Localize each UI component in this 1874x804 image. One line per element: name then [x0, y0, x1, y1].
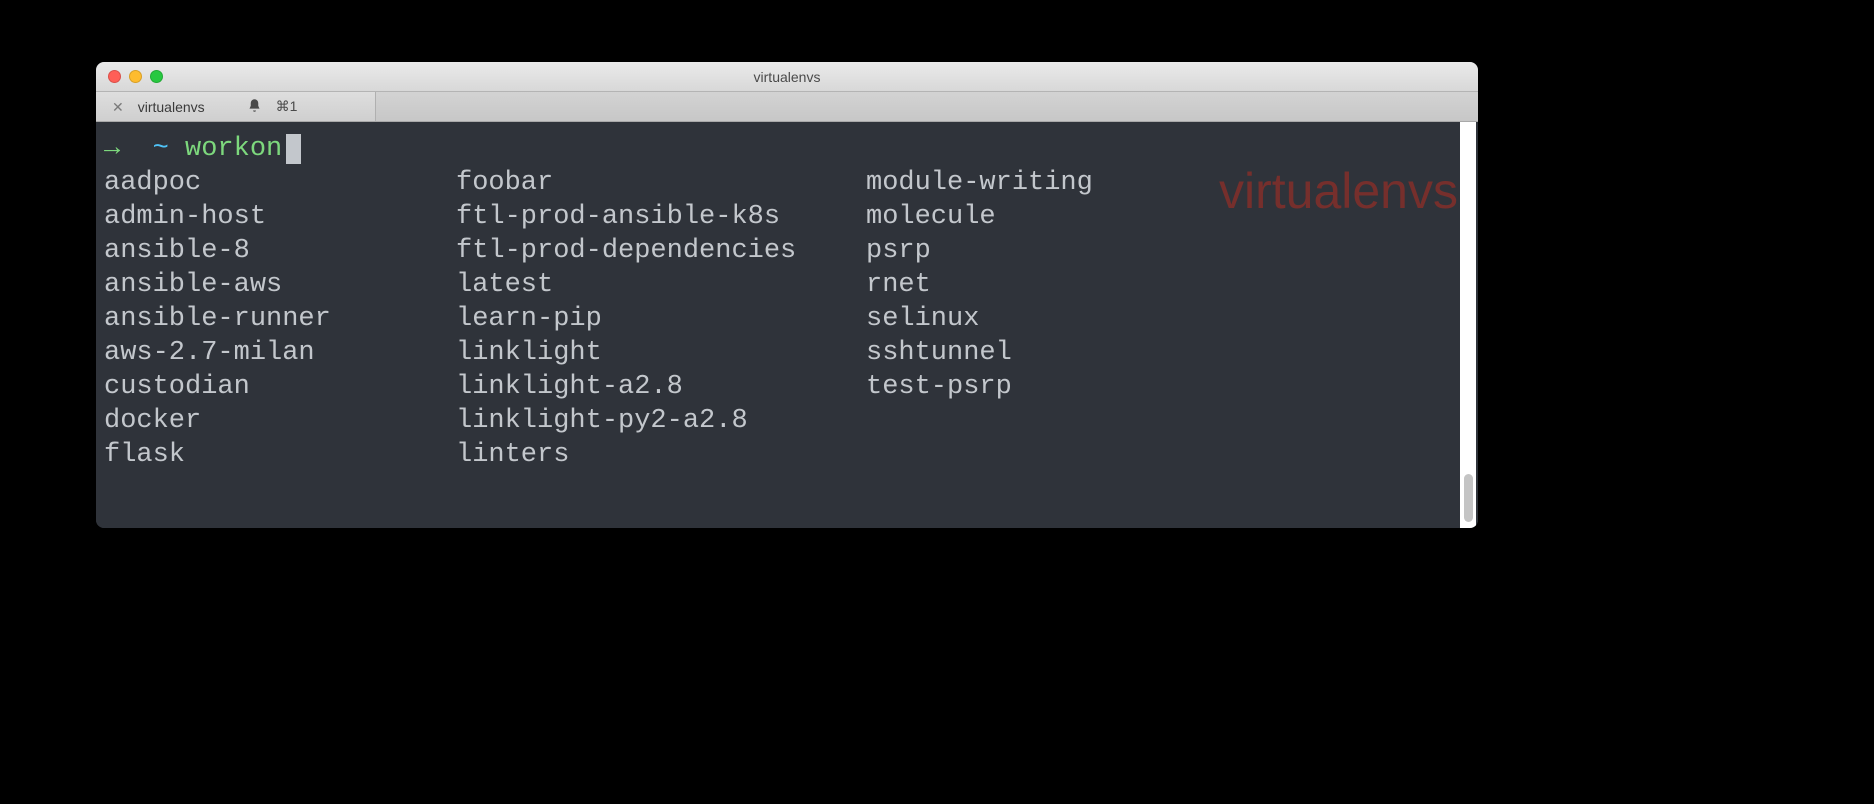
list-item: linklight-a2.8 — [456, 370, 866, 404]
list-item: sshtunnel — [866, 336, 1093, 370]
list-item: selinux — [866, 302, 1093, 336]
list-item: linters — [456, 438, 866, 472]
output-column-0: aadpoc admin-host ansible-8 ansible-aws … — [104, 166, 456, 472]
list-item: custodian — [104, 370, 456, 404]
tab-shortcut: ⌘1 — [276, 98, 298, 115]
list-item: learn-pip — [456, 302, 866, 336]
list-item: module-writing — [866, 166, 1093, 200]
titlebar[interactable]: virtualenvs — [96, 62, 1478, 92]
output-columns: aadpoc admin-host ansible-8 ansible-aws … — [104, 166, 1470, 472]
tab-title: virtualenvs — [138, 99, 205, 115]
list-item: test-psrp — [866, 370, 1093, 404]
tab-bar: ✕ virtualenvs ⌘1 — [96, 92, 1478, 122]
prompt-line: → ~ workon — [104, 132, 1470, 166]
list-item: flask — [104, 438, 456, 472]
list-item: aws-2.7-milan — [104, 336, 456, 370]
list-item: ansible-8 — [104, 234, 456, 268]
minimize-window-button[interactable] — [129, 70, 142, 83]
close-tab-icon[interactable]: ✕ — [112, 100, 124, 114]
list-item: psrp — [866, 234, 1093, 268]
list-item: docker — [104, 404, 456, 438]
terminal-viewport[interactable]: → ~ workon aadpoc admin-host ansible-8 a… — [96, 122, 1478, 528]
list-item: molecule — [866, 200, 1093, 234]
prompt-arrow-icon: → — [104, 132, 120, 166]
list-item: latest — [456, 268, 866, 302]
prompt-command: workon — [185, 132, 282, 166]
traffic-lights — [96, 70, 163, 83]
tab-virtualenvs[interactable]: ✕ virtualenvs ⌘1 — [96, 92, 376, 121]
list-item: foobar — [456, 166, 866, 200]
terminal-window: virtualenvs ✕ virtualenvs ⌘1 → ~ workon … — [96, 62, 1478, 528]
cursor — [286, 134, 301, 164]
list-item: linklight-py2-a2.8 — [456, 404, 866, 438]
output-column-2: module-writing molecule psrp rnet selinu… — [866, 166, 1093, 472]
list-item: ansible-aws — [104, 268, 456, 302]
list-item: ftl-prod-dependencies — [456, 234, 866, 268]
list-item: ansible-runner — [104, 302, 456, 336]
list-item: rnet — [866, 268, 1093, 302]
list-item: admin-host — [104, 200, 456, 234]
close-window-button[interactable] — [108, 70, 121, 83]
window-title: virtualenvs — [96, 69, 1478, 85]
output-column-1: foobar ftl-prod-ansible-k8s ftl-prod-dep… — [456, 166, 866, 472]
scrollbar-track[interactable] — [1460, 122, 1476, 528]
list-item: linklight — [456, 336, 866, 370]
bell-icon — [247, 98, 262, 116]
list-item: aadpoc — [104, 166, 456, 200]
scrollbar-thumb[interactable] — [1464, 474, 1473, 522]
prompt-cwd: ~ — [153, 132, 169, 166]
list-item: ftl-prod-ansible-k8s — [456, 200, 866, 234]
zoom-window-button[interactable] — [150, 70, 163, 83]
